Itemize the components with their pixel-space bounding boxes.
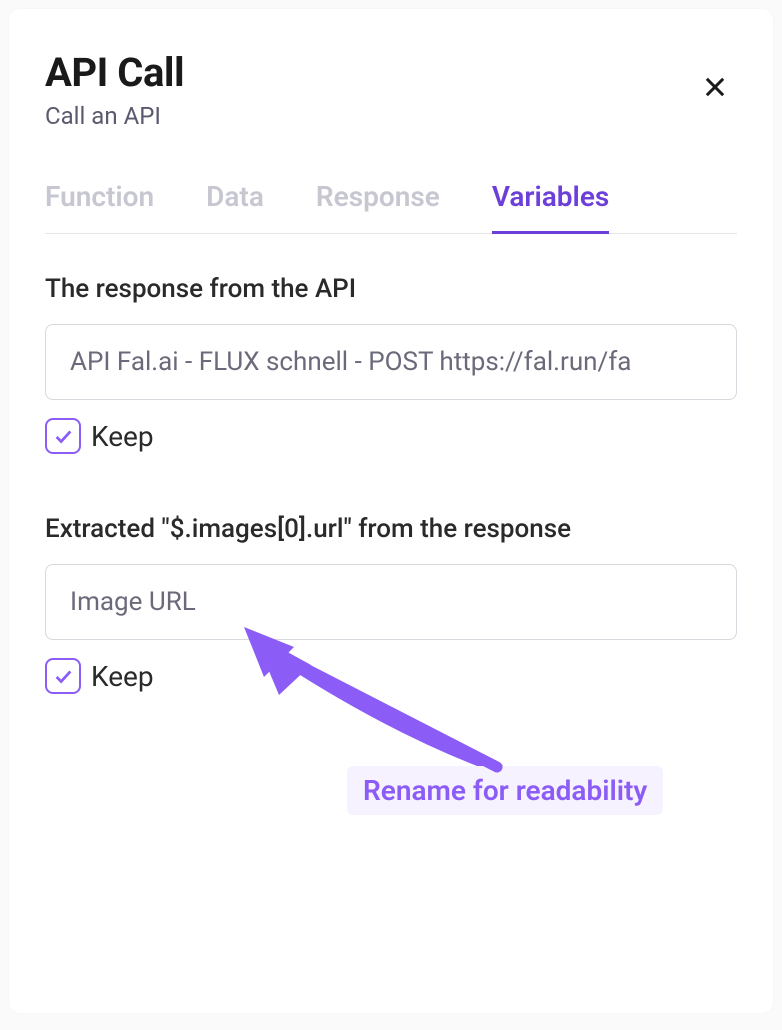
check-icon bbox=[52, 425, 74, 447]
annotation-callout: Rename for readability bbox=[347, 766, 663, 815]
tab-bar: Function Data Response Variables bbox=[45, 180, 737, 234]
extracted-keep-row: Keep bbox=[45, 658, 737, 694]
extracted-keep-label: Keep bbox=[91, 660, 154, 693]
tab-response[interactable]: Response bbox=[316, 180, 440, 234]
extracted-input[interactable] bbox=[45, 564, 737, 640]
annotation-layer: Rename for readability bbox=[9, 9, 773, 1013]
response-keep-label: Keep bbox=[91, 420, 154, 453]
close-button[interactable] bbox=[693, 65, 737, 112]
api-call-panel: API Call Call an API Function Data Respo… bbox=[8, 8, 774, 1014]
extracted-section: Extracted "$.images[0].url" from the res… bbox=[45, 514, 737, 694]
tab-data[interactable]: Data bbox=[206, 180, 264, 234]
panel-title: API Call bbox=[45, 49, 184, 96]
tab-variables[interactable]: Variables bbox=[492, 180, 609, 234]
response-section: The response from the API Keep bbox=[45, 274, 737, 454]
response-keep-checkbox[interactable] bbox=[45, 418, 81, 454]
close-icon bbox=[701, 73, 729, 101]
tab-function[interactable]: Function bbox=[45, 180, 154, 234]
panel-header: API Call Call an API bbox=[45, 49, 737, 130]
header-text: API Call Call an API bbox=[45, 49, 184, 130]
panel-subtitle: Call an API bbox=[45, 102, 184, 130]
extracted-keep-checkbox[interactable] bbox=[45, 658, 81, 694]
response-keep-row: Keep bbox=[45, 418, 737, 454]
extracted-label: Extracted "$.images[0].url" from the res… bbox=[45, 514, 737, 544]
response-label: The response from the API bbox=[45, 274, 737, 304]
response-input[interactable] bbox=[45, 324, 737, 400]
check-icon bbox=[52, 665, 74, 687]
